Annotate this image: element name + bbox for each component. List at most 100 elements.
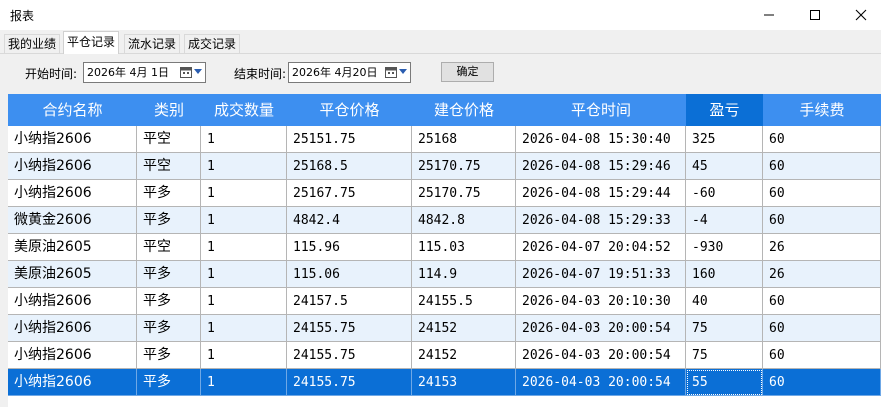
cell-contract[interactable]: 小纳指2606 bbox=[8, 126, 137, 153]
cell-fee[interactable]: 26 bbox=[763, 234, 881, 261]
table-row[interactable]: 小纳指2606 平多 1 24155.75 24152 2026-04-03 20:00:… bbox=[8, 315, 881, 342]
column-header-close-time[interactable]: 平仓时间 bbox=[516, 94, 686, 126]
table-row[interactable]: 美原油2605 平空 1 115.96 115.03 2026-04-07 20:04:5… bbox=[8, 234, 881, 261]
cell-contract[interactable]: 美原油2605 bbox=[8, 234, 137, 261]
table-row[interactable]: 微黄金2606 平多 1 4842.4 4842.8 2026-04-08 15:29:3… bbox=[8, 207, 881, 234]
cell-close-price[interactable]: 115.06 bbox=[287, 261, 412, 288]
cell-contract[interactable]: 小纳指2606 bbox=[8, 369, 137, 396]
cell-open-price[interactable]: 115.03 bbox=[412, 234, 516, 261]
table-row[interactable]: 美原油2605 平多 1 115.06 114.9 2026-04-07 19:51:33… bbox=[8, 261, 881, 288]
cell-quantity[interactable]: 1 bbox=[201, 234, 287, 261]
cell-category[interactable]: 平多 bbox=[137, 342, 201, 369]
start-date-dropdown[interactable] bbox=[180, 66, 202, 78]
cell-pnl[interactable]: 45 bbox=[686, 153, 763, 180]
cell-open-price[interactable]: 24153 bbox=[412, 369, 516, 396]
tab-close-records[interactable]: 平仓记录 bbox=[63, 31, 120, 54]
cell-fee[interactable]: 26 bbox=[763, 261, 881, 288]
column-header-category[interactable]: 类别 bbox=[137, 94, 201, 126]
cell-category[interactable]: 平多 bbox=[137, 207, 201, 234]
cell-category[interactable]: 平空 bbox=[137, 234, 201, 261]
cell-contract[interactable]: 微黄金2606 bbox=[8, 207, 137, 234]
column-header-pnl[interactable]: 盈亏 bbox=[686, 94, 763, 126]
cell-open-price[interactable]: 24152 bbox=[412, 315, 516, 342]
end-date-picker[interactable]: 2026年 4月20日 bbox=[288, 62, 411, 83]
column-header-contract[interactable]: 合约名称 bbox=[8, 94, 137, 126]
cell-quantity[interactable]: 1 bbox=[201, 180, 287, 207]
cell-open-price[interactable]: 114.9 bbox=[412, 261, 516, 288]
cell-close-time[interactable]: 2026-04-03 20:00:54 bbox=[516, 369, 686, 396]
cell-close-price[interactable]: 24155.75 bbox=[287, 342, 412, 369]
cell-pnl[interactable]: -60 bbox=[686, 180, 763, 207]
column-header-fee[interactable]: 手续费 bbox=[763, 94, 881, 126]
cell-quantity[interactable]: 1 bbox=[201, 261, 287, 288]
cell-quantity[interactable]: 1 bbox=[201, 369, 287, 396]
cell-close-time[interactable]: 2026-04-03 20:10:30 bbox=[516, 288, 686, 315]
cell-pnl[interactable]: 75 bbox=[686, 342, 763, 369]
cell-category[interactable]: 平空 bbox=[137, 153, 201, 180]
cell-close-price[interactable]: 25151.75 bbox=[287, 126, 412, 153]
cell-fee[interactable]: 60 bbox=[763, 180, 881, 207]
cell-fee[interactable]: 60 bbox=[763, 369, 881, 396]
cell-close-price[interactable]: 24155.75 bbox=[287, 315, 412, 342]
cell-open-price[interactable]: 24155.5 bbox=[412, 288, 516, 315]
table-row[interactable]: 小纳指2606 平多 1 25167.75 25170.75 2026-04-08 15:… bbox=[8, 180, 881, 207]
cell-category[interactable]: 平空 bbox=[137, 126, 201, 153]
cell-pnl[interactable]: 55 bbox=[686, 369, 763, 396]
cell-close-time[interactable]: 2026-04-08 15:29:46 bbox=[516, 153, 686, 180]
cell-quantity[interactable]: 1 bbox=[201, 153, 287, 180]
cell-pnl[interactable]: -4 bbox=[686, 207, 763, 234]
cell-contract[interactable]: 小纳指2606 bbox=[8, 180, 137, 207]
cell-category[interactable]: 平多 bbox=[137, 261, 201, 288]
cell-category[interactable]: 平多 bbox=[137, 315, 201, 342]
cell-close-time[interactable]: 2026-04-08 15:29:33 bbox=[516, 207, 686, 234]
cell-close-price[interactable]: 115.96 bbox=[287, 234, 412, 261]
cell-open-price[interactable]: 25168 bbox=[412, 126, 516, 153]
cell-close-price[interactable]: 4842.4 bbox=[287, 207, 412, 234]
cell-contract[interactable]: 小纳指2606 bbox=[8, 288, 137, 315]
cell-category[interactable]: 平多 bbox=[137, 180, 201, 207]
cell-fee[interactable]: 60 bbox=[763, 207, 881, 234]
cell-fee[interactable]: 60 bbox=[763, 342, 881, 369]
cell-fee[interactable]: 60 bbox=[763, 315, 881, 342]
cell-close-time[interactable]: 2026-04-03 20:00:54 bbox=[516, 315, 686, 342]
cell-category[interactable]: 平多 bbox=[137, 369, 201, 396]
cell-close-time[interactable]: 2026-04-03 20:00:54 bbox=[516, 342, 686, 369]
end-date-dropdown[interactable] bbox=[385, 66, 407, 78]
cell-open-price[interactable]: 4842.8 bbox=[412, 207, 516, 234]
cell-close-time[interactable]: 2026-04-07 19:51:33 bbox=[516, 261, 686, 288]
cell-open-price[interactable]: 25170.75 bbox=[412, 153, 516, 180]
cell-open-price[interactable]: 24152 bbox=[412, 342, 516, 369]
cell-quantity[interactable]: 1 bbox=[201, 288, 287, 315]
cell-close-price[interactable]: 24157.5 bbox=[287, 288, 412, 315]
cell-fee[interactable]: 60 bbox=[763, 288, 881, 315]
close-button[interactable] bbox=[838, 0, 881, 30]
cell-contract[interactable]: 美原油2605 bbox=[8, 261, 137, 288]
column-header-close-price[interactable]: 平仓价格 bbox=[287, 94, 412, 126]
tab-trade-records[interactable]: 成交记录 bbox=[184, 34, 241, 53]
cell-close-price[interactable]: 24155.75 bbox=[287, 369, 412, 396]
table-row[interactable]: 小纳指2606 平空 1 25151.75 25168 2026-04-08 15:30:… bbox=[8, 126, 881, 153]
cell-quantity[interactable]: 1 bbox=[201, 207, 287, 234]
maximize-button[interactable] bbox=[792, 0, 838, 30]
cell-pnl[interactable]: 325 bbox=[686, 126, 763, 153]
cell-quantity[interactable]: 1 bbox=[201, 315, 287, 342]
cell-fee[interactable]: 60 bbox=[763, 153, 881, 180]
cell-close-price[interactable]: 25168.5 bbox=[287, 153, 412, 180]
cell-close-price[interactable]: 25167.75 bbox=[287, 180, 412, 207]
cell-close-time[interactable]: 2026-04-08 15:30:40 bbox=[516, 126, 686, 153]
start-date-picker[interactable]: 2026年 4月 1日 bbox=[83, 62, 206, 83]
cell-contract[interactable]: 小纳指2606 bbox=[8, 153, 137, 180]
table-row[interactable]: 小纳指2606 平多 1 24155.75 24152 2026-04-03 20:00:… bbox=[8, 342, 881, 369]
table-row[interactable]: 小纳指2606 平多 1 24155.75 24153 2026-04-03 20:00:… bbox=[8, 369, 881, 396]
cell-open-price[interactable]: 25170.75 bbox=[412, 180, 516, 207]
cell-pnl[interactable]: 160 bbox=[686, 261, 763, 288]
confirm-button[interactable]: 确定 bbox=[441, 62, 494, 82]
cell-quantity[interactable]: 1 bbox=[201, 126, 287, 153]
cell-fee[interactable]: 60 bbox=[763, 126, 881, 153]
tab-my-performance[interactable]: 我的业绩 bbox=[4, 34, 61, 53]
cell-contract[interactable]: 小纳指2606 bbox=[8, 315, 137, 342]
cell-pnl[interactable]: 75 bbox=[686, 315, 763, 342]
cell-close-time[interactable]: 2026-04-07 20:04:52 bbox=[516, 234, 686, 261]
cell-pnl[interactable]: -930 bbox=[686, 234, 763, 261]
table-row[interactable]: 小纳指2606 平多 1 24157.5 24155.5 2026-04-03 20:10… bbox=[8, 288, 881, 315]
